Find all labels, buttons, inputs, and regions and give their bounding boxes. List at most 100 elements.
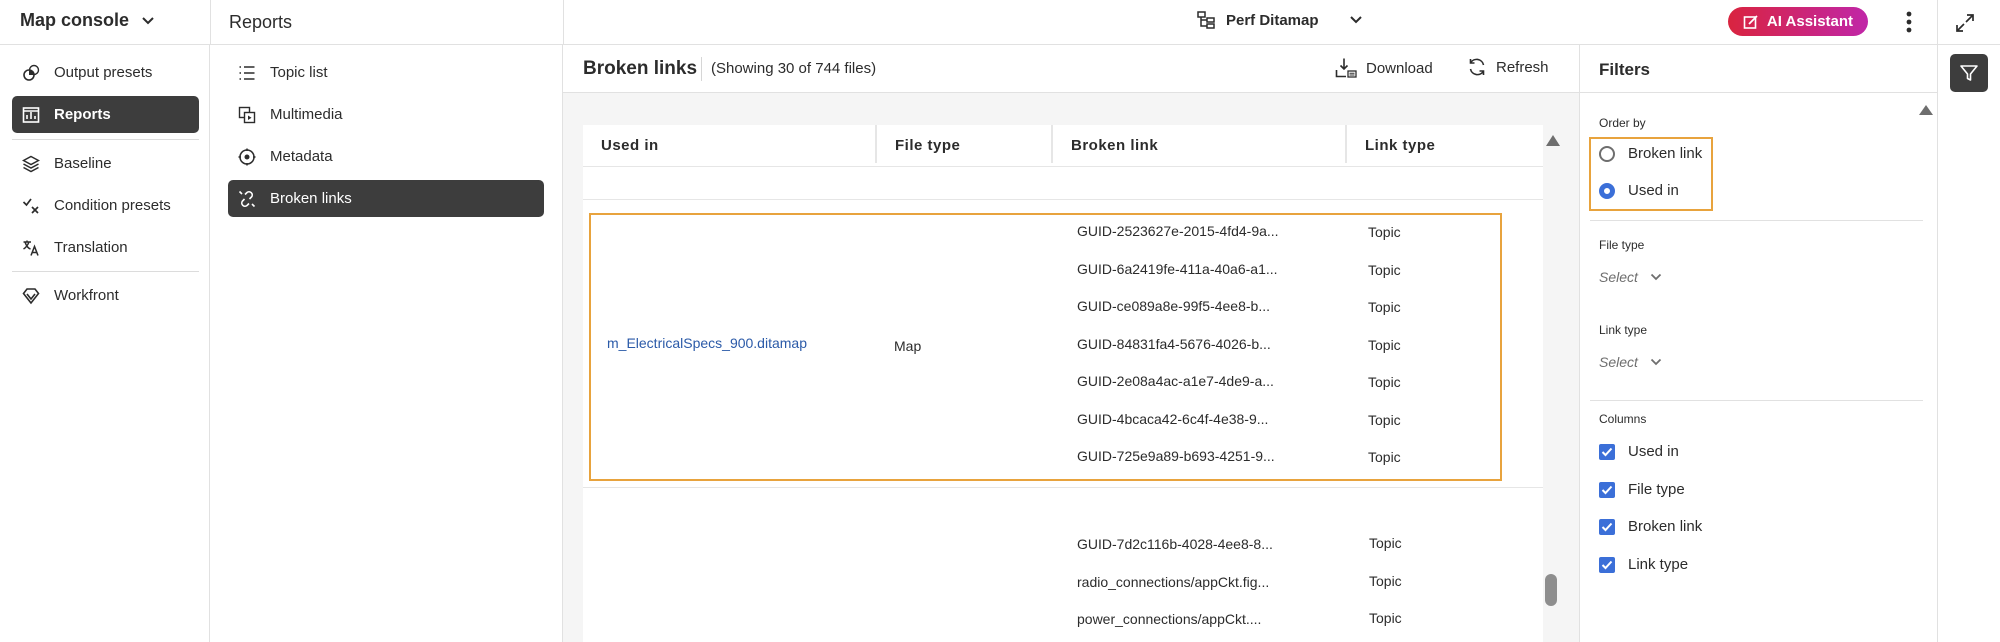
checkbox-checked-icon bbox=[1599, 443, 1615, 460]
expand-icon bbox=[1956, 14, 1974, 32]
refresh-button[interactable]: Refresh bbox=[1467, 57, 1549, 77]
filter-funnel-icon bbox=[1960, 65, 1978, 81]
ditamap-name: Perf Ditamap bbox=[1226, 11, 1319, 29]
subnav-item-multimedia[interactable]: Multimedia bbox=[228, 96, 544, 133]
left-navigation: Output presets Reports Baseline Conditio… bbox=[0, 45, 210, 642]
link-type-cell: Topic bbox=[1368, 337, 1401, 353]
chevron-down-icon bbox=[1650, 273, 1662, 281]
used-in-link[interactable]: m_ElectricalSpecs_900.ditamap bbox=[607, 335, 807, 351]
divider bbox=[563, 0, 564, 45]
column-resize-handle[interactable] bbox=[875, 125, 877, 163]
refresh-icon bbox=[1469, 58, 1485, 76]
filters-scroll-up-icon[interactable] bbox=[1919, 105, 1933, 115]
link-type-select[interactable]: Select bbox=[1599, 354, 1662, 370]
link-type-cell: Topic bbox=[1369, 535, 1402, 551]
workfront-icon bbox=[22, 287, 40, 304]
panel-header: Broken links (Showing 30 of 744 files) D… bbox=[563, 45, 1579, 93]
scroll-up-arrow-icon[interactable] bbox=[1546, 135, 1560, 146]
order-by-used-in-radio[interactable]: Used in bbox=[1599, 182, 1679, 199]
row-divider bbox=[583, 166, 1543, 167]
link-type-cell: Topic bbox=[1369, 610, 1402, 626]
link-type-cell: Topic bbox=[1368, 374, 1401, 390]
order-by-label: Order by bbox=[1599, 116, 1646, 130]
nav-divider bbox=[12, 139, 199, 140]
subnav-item-topic-list[interactable]: Topic list bbox=[228, 54, 544, 91]
column-header-broken-link[interactable]: Broken link bbox=[1071, 125, 1158, 166]
checkbox-label: Used in bbox=[1628, 443, 1679, 460]
subnav-item-metadata[interactable]: Metadata bbox=[228, 138, 544, 175]
filters-panel: Filters Order by Broken link Used in Fil… bbox=[1579, 45, 1938, 642]
nav-item-workfront[interactable]: Workfront bbox=[12, 277, 199, 314]
column-resize-handle[interactable] bbox=[1051, 125, 1053, 163]
refresh-label: Refresh bbox=[1496, 58, 1549, 76]
broken-link-cell: GUID-2e08a4ac-a1e7-4de9-a... bbox=[1077, 373, 1274, 389]
subnav-item-label: Topic list bbox=[270, 64, 328, 81]
right-rail bbox=[1937, 45, 2000, 642]
condition-presets-icon bbox=[22, 197, 39, 214]
checkbox-checked-icon bbox=[1599, 518, 1615, 535]
row-divider bbox=[583, 199, 1543, 200]
top-bar: Map console Reports Perf Ditamap AI Assi… bbox=[0, 0, 2000, 45]
column-resize-handle[interactable] bbox=[1345, 125, 1347, 163]
broken-link-cell: GUID-ce089a8e-99f5-4ee8-b... bbox=[1077, 298, 1270, 314]
column-header-file-type[interactable]: File type bbox=[895, 125, 960, 166]
scroll-thumb[interactable] bbox=[1545, 574, 1557, 606]
column-checkbox-used-in[interactable]: Used in bbox=[1599, 443, 1679, 460]
nav-item-condition-presets[interactable]: Condition presets bbox=[12, 187, 199, 224]
nav-divider bbox=[12, 271, 199, 272]
nav-item-translation[interactable]: Translation bbox=[12, 229, 199, 266]
checkbox-checked-icon bbox=[1599, 481, 1615, 498]
order-by-broken-link-radio[interactable]: Broken link bbox=[1599, 145, 1702, 162]
broken-links-table: Used in File type Broken link Link type … bbox=[583, 125, 1543, 642]
subnav-item-label: Metadata bbox=[270, 148, 333, 165]
file-type-select[interactable]: Select bbox=[1599, 269, 1662, 285]
more-options-button[interactable] bbox=[1896, 8, 1922, 36]
download-button[interactable]: Download bbox=[1335, 57, 1433, 79]
ai-edit-icon bbox=[1743, 14, 1758, 29]
radio-checked-icon bbox=[1599, 182, 1615, 199]
broken-link-cell: GUID-7d2c116b-4028-4ee8-8... bbox=[1077, 536, 1273, 552]
select-placeholder: Select bbox=[1599, 269, 1638, 285]
nav-item-output-presets[interactable]: Output presets bbox=[12, 54, 199, 91]
broken-link-cell: power_connections/appCkt.... bbox=[1077, 611, 1262, 627]
list-icon bbox=[239, 65, 255, 80]
table-scrollbar[interactable] bbox=[1544, 135, 1560, 640]
column-checkbox-file-type[interactable]: File type bbox=[1599, 481, 1685, 498]
ai-assistant-button[interactable]: AI Assistant bbox=[1728, 7, 1868, 36]
showing-count: (Showing 30 of 744 files) bbox=[711, 60, 877, 77]
download-label: Download bbox=[1366, 59, 1433, 77]
console-title: Map console bbox=[20, 10, 130, 30]
map-console-dropdown[interactable]: Map console bbox=[20, 10, 155, 31]
column-checkbox-link-type[interactable]: Link type bbox=[1599, 556, 1688, 573]
broken-link-cell: GUID-2523627e-2015-4fd4-9a... bbox=[1077, 223, 1279, 239]
section-title: Reports bbox=[229, 12, 293, 32]
download-icon bbox=[1335, 58, 1357, 78]
chevron-down-icon bbox=[1349, 16, 1362, 24]
filter-toggle-button[interactable] bbox=[1950, 54, 1988, 92]
select-placeholder: Select bbox=[1599, 354, 1638, 370]
column-header-used-in[interactable]: Used in bbox=[601, 125, 659, 166]
file-type-label: File type bbox=[1599, 238, 1645, 252]
broken-link-cell: GUID-84831fa4-5676-4026-b... bbox=[1077, 336, 1271, 352]
radio-label: Used in bbox=[1628, 182, 1679, 199]
translation-icon bbox=[23, 240, 39, 256]
broken-links-panel: Broken links (Showing 30 of 744 files) D… bbox=[563, 45, 1579, 642]
subnav-item-broken-links[interactable]: Broken links bbox=[228, 180, 544, 217]
broken-link-cell: GUID-6a2419fe-411a-40a6-a1... bbox=[1077, 261, 1278, 277]
column-checkbox-broken-link[interactable]: Broken link bbox=[1599, 518, 1702, 535]
broken-link-cell: GUID-4bcaca42-6c4f-4e38-9... bbox=[1077, 411, 1269, 427]
ditamap-selector[interactable]: Perf Ditamap bbox=[1196, 10, 1363, 30]
nav-item-baseline[interactable]: Baseline bbox=[12, 145, 199, 182]
output-presets-icon bbox=[23, 64, 40, 81]
page-title: Broken links bbox=[583, 58, 698, 79]
map-tree-icon bbox=[1197, 11, 1215, 29]
file-type-cell: Map bbox=[894, 338, 922, 354]
column-header-link-type[interactable]: Link type bbox=[1365, 125, 1435, 166]
nav-item-reports[interactable]: Reports bbox=[12, 96, 199, 133]
broken-link-cell: GUID-725e9a89-b693-4251-9... bbox=[1077, 448, 1275, 464]
link-type-cell: Topic bbox=[1368, 224, 1401, 240]
chevron-down-icon bbox=[142, 16, 154, 24]
more-vertical-icon bbox=[1906, 11, 1912, 33]
expand-button[interactable] bbox=[1950, 8, 1980, 38]
nav-item-label: Condition presets bbox=[54, 197, 171, 214]
